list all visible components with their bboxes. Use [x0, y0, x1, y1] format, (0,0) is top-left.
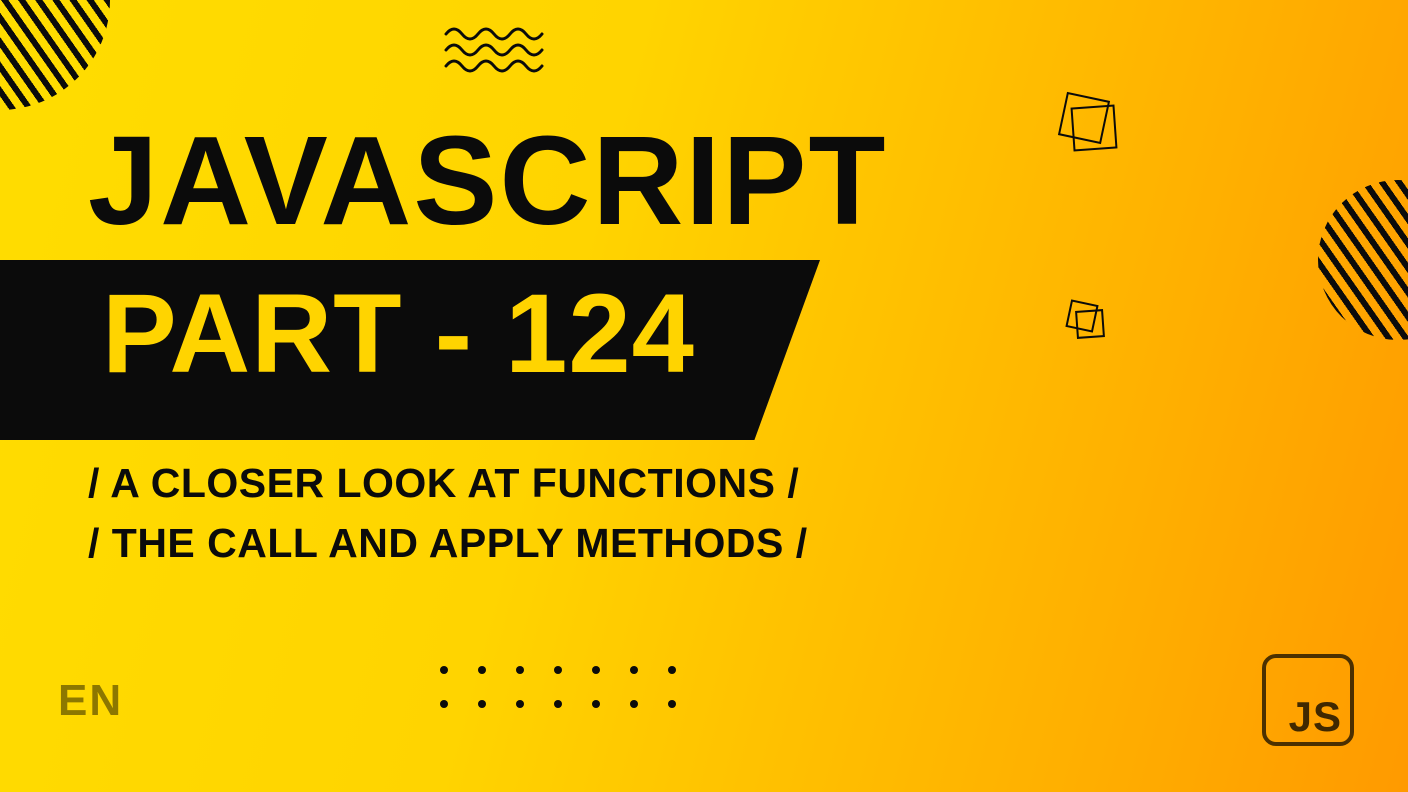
square-decoration [1071, 105, 1118, 152]
js-logo-icon: JS [1262, 654, 1354, 746]
striped-circle-decoration [1318, 180, 1408, 340]
square-decoration [1075, 309, 1105, 339]
language-badge: EN [58, 676, 123, 726]
subtitle-line-1: / A CLOSER LOOK AT FUNCTIONS / [88, 460, 799, 507]
subtitle-line-2: / THE CALL AND APPLY METHODS / [88, 520, 808, 567]
part-label: PART - 124 [102, 278, 695, 390]
waves-icon [444, 24, 544, 74]
thumbnail-canvas: JAVASCRIPT PART - 124 / A CLOSER LOOK AT… [0, 0, 1408, 792]
corner-stripes-decoration [0, 0, 110, 110]
dots-decoration [440, 666, 706, 734]
js-logo-text: JS [1289, 696, 1342, 738]
main-title: JAVASCRIPT [88, 118, 887, 244]
